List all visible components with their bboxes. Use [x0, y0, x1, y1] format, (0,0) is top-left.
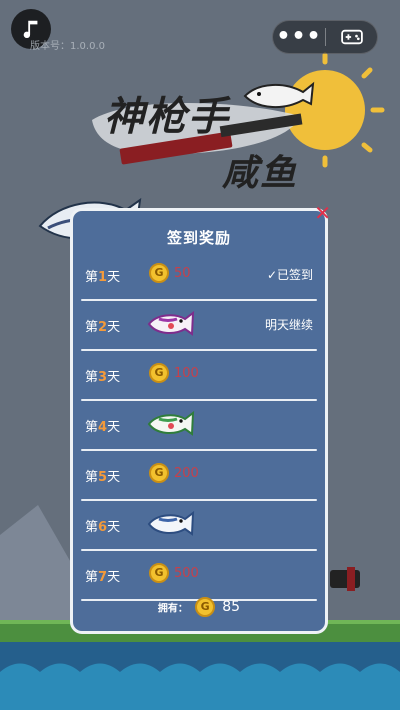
owned-coin-count: 85	[222, 599, 241, 615]
day-label: 第3天	[85, 370, 121, 385]
purple-fish-icon	[147, 311, 195, 336]
reward-row-day-7[interactable]: 第7天 G 500	[81, 551, 317, 601]
reward-amount: 200	[174, 466, 199, 481]
day-label: 第6天	[85, 520, 121, 535]
reward-amount: 500	[174, 566, 199, 581]
gamepad-button[interactable]	[326, 28, 377, 46]
gold-coin-icon: G	[195, 597, 216, 617]
blue-fish-icon	[147, 511, 195, 536]
version-label: 版本号：1.0.0.0	[30, 41, 105, 52]
reward-row-day-3[interactable]: 第3天 G 100	[81, 351, 317, 401]
mini-program-capsule: •••	[272, 20, 378, 54]
signin-reward-dialog: 签到奖励 ✕ 第1天 G 50 ✓已签到 第2天 明天继续 第3天 G 100 …	[70, 203, 331, 634]
day-label: 第1天	[85, 270, 121, 285]
day-label: 第4天	[85, 420, 121, 435]
game-logo-title: 神枪手	[104, 94, 230, 140]
reward-row-day-2[interactable]: 第2天 明天继续	[81, 301, 317, 351]
day-label: 第5天	[85, 470, 121, 485]
reward-amount: 100	[174, 366, 199, 381]
reward-amount: 50	[174, 266, 191, 281]
day-label: 第2天	[85, 320, 121, 335]
reward-row-day-4[interactable]: 第4天	[81, 401, 317, 451]
gamepad-icon	[340, 29, 363, 45]
game-logo-subtitle: 咸鱼	[222, 153, 299, 194]
dialog-title: 签到奖励	[166, 229, 231, 247]
more-dots-icon[interactable]: •••	[273, 23, 325, 51]
gold-coin-icon: G	[149, 463, 169, 483]
next-day-status: 明天继续	[264, 318, 313, 332]
signed-status: ✓已签到	[266, 268, 313, 282]
owned-coins-footer: 拥有： G 85	[73, 597, 325, 621]
gold-coin-icon: G	[149, 263, 169, 283]
gold-coin-icon: G	[149, 563, 169, 583]
day-label: 第7天	[85, 570, 121, 585]
gold-coin-icon: G	[149, 363, 169, 383]
reward-row-day-6[interactable]: 第6天	[81, 501, 317, 551]
reward-row-day-1[interactable]: 第1天 G 50 ✓已签到	[81, 251, 317, 301]
owned-label: 拥有：	[157, 603, 188, 615]
close-icon[interactable]: ✕	[314, 203, 331, 223]
reward-row-day-5[interactable]: 第5天 G 200	[81, 451, 317, 501]
green-fish-icon	[147, 411, 195, 436]
